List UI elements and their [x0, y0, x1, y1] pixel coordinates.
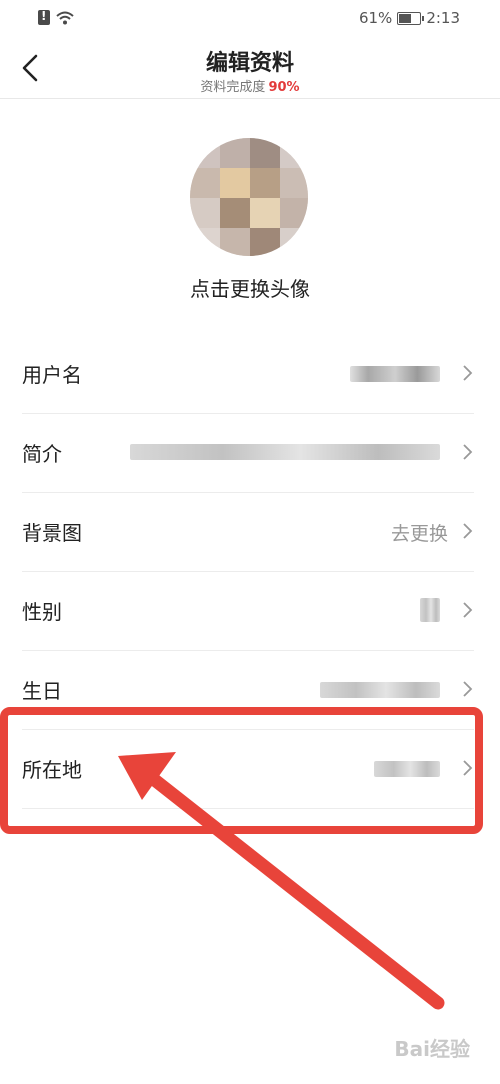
row-value: 去更换 — [390, 523, 448, 545]
status-right: 61% 2:13 — [359, 9, 460, 27]
birthday-value-redacted — [320, 682, 440, 698]
wifi-icon — [56, 11, 74, 24]
row-label: 背景图 — [22, 521, 82, 545]
row-background[interactable]: 背景图 去更换 — [22, 493, 474, 572]
row-location[interactable]: 所在地 — [22, 730, 474, 809]
chevron-right-icon — [463, 681, 473, 697]
sim-alert-icon — [38, 9, 50, 25]
gender-value-redacted — [420, 598, 440, 622]
battery-icon — [397, 11, 425, 25]
clock: 2:13 — [426, 9, 460, 27]
header: 编辑资料 资料完成度 90% — [0, 40, 500, 99]
status-bar: 61% 2:13 — [0, 0, 500, 40]
chevron-right-icon — [463, 523, 473, 539]
battery-fill — [399, 13, 412, 23]
battery-percent: 61% — [358, 9, 393, 27]
avatar-image — [190, 138, 308, 256]
chevron-right-icon — [463, 365, 473, 381]
row-gender[interactable]: 性别 — [22, 572, 474, 651]
row-label: 所在地 — [22, 758, 82, 782]
status-left — [38, 9, 74, 25]
chevron-right-icon — [463, 602, 473, 618]
row-bio[interactable]: 简介 — [22, 414, 474, 493]
page-title: 编辑资料 — [205, 51, 294, 76]
row-label: 用户名 — [22, 363, 82, 387]
row-label: 简介 — [22, 442, 62, 466]
avatar[interactable] — [190, 138, 308, 256]
completion-indicator: 资料完成度 90% — [0, 76, 500, 95]
completion-value: 90% — [268, 80, 300, 95]
change-avatar-label[interactable]: 点击更换头像 — [0, 273, 500, 302]
row-label: 生日 — [22, 679, 62, 703]
chevron-right-icon — [463, 444, 473, 460]
username-value-redacted — [350, 366, 440, 382]
location-value-redacted — [374, 761, 440, 777]
bio-value-redacted — [130, 444, 440, 460]
row-label: 性别 — [22, 600, 62, 624]
watermark: Bai经验 — [394, 1037, 470, 1061]
row-birthday[interactable]: 生日 — [22, 651, 474, 730]
profile-list: 用户名 简介 背景图 去更换 性别 生日 所在地 — [0, 335, 500, 809]
completion-label: 资料完成度 — [200, 80, 266, 95]
chevron-right-icon — [463, 760, 473, 776]
row-username[interactable]: 用户名 — [22, 335, 474, 414]
